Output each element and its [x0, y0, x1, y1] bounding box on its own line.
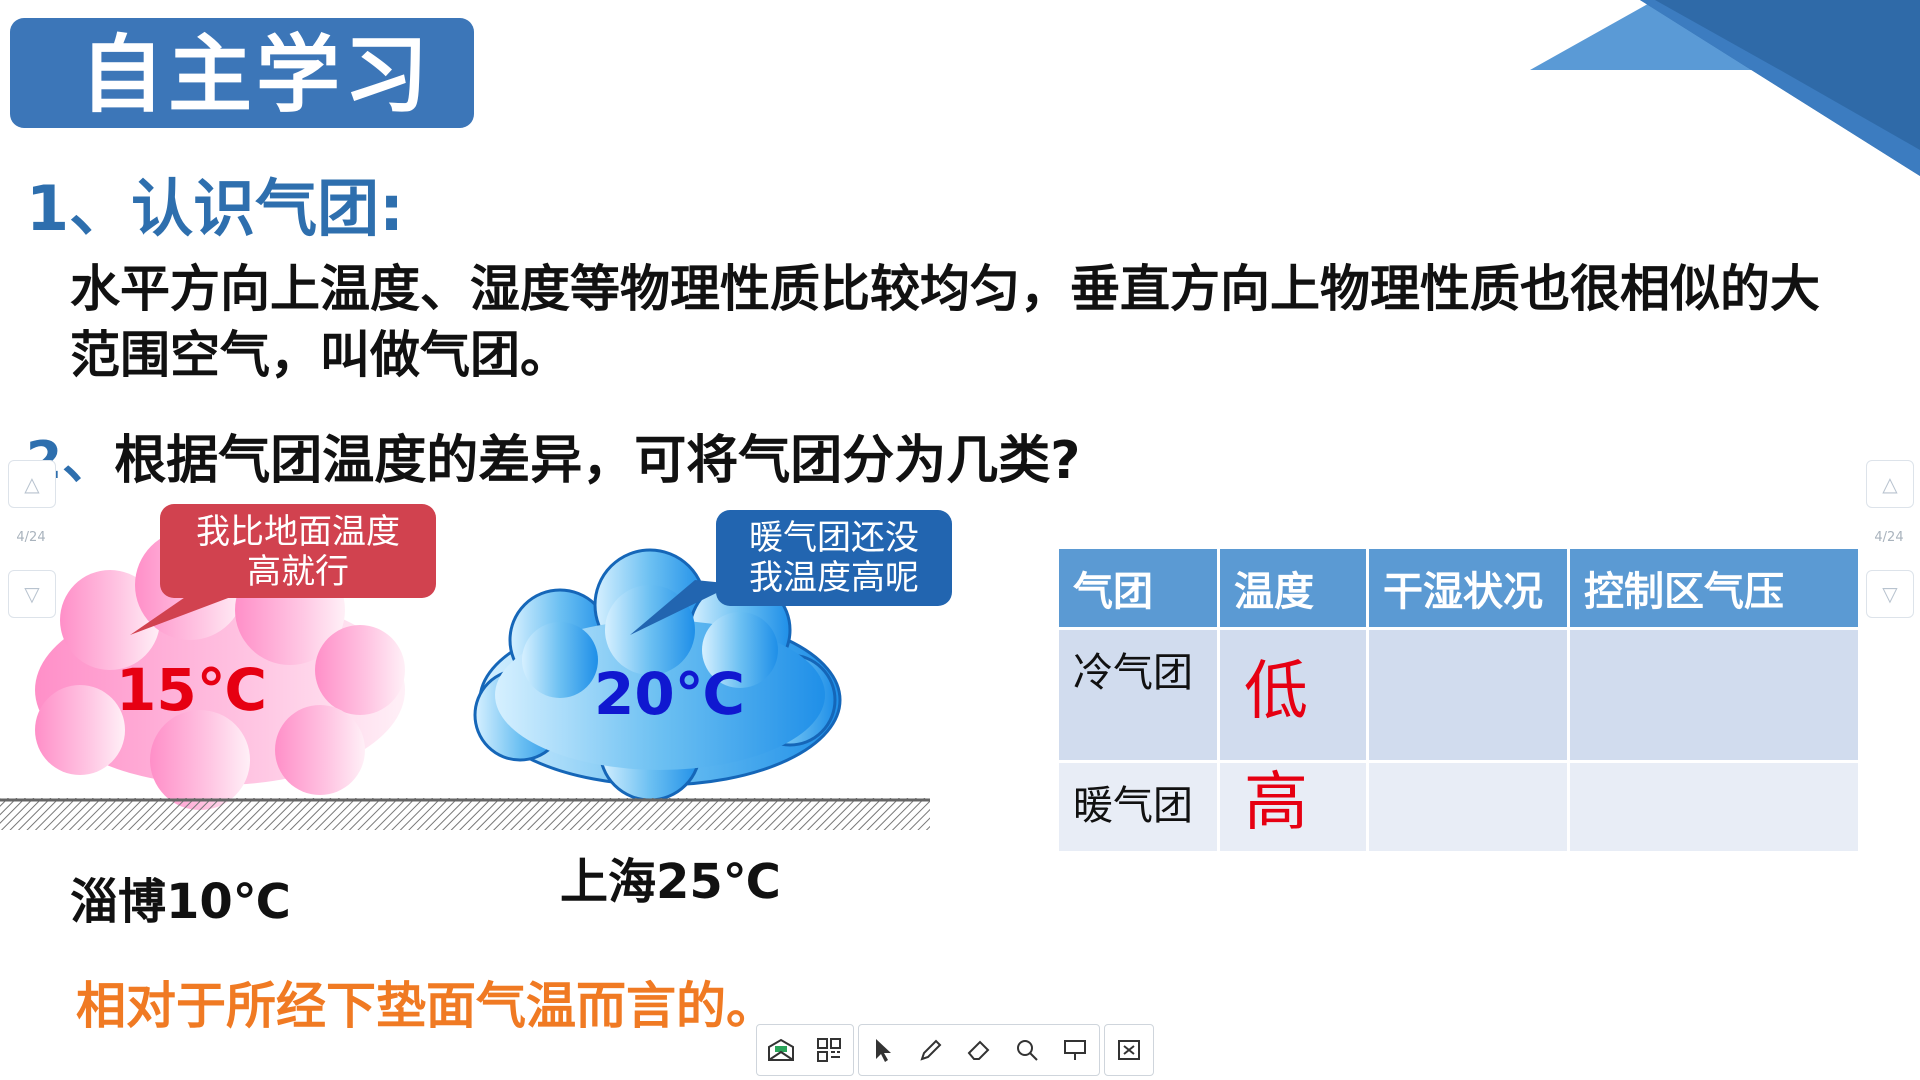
- slides-icon[interactable]: [757, 1026, 805, 1074]
- air-mass-table: 气团 温度 干湿状况 控制区气压 冷气团 低 暖气团 高: [1056, 546, 1861, 854]
- cold-speech-bubble: 我比地面温度 高就行: [160, 504, 436, 598]
- temp-value: 高: [1244, 766, 1308, 840]
- cell-humidity: [1369, 630, 1567, 760]
- triangle-up-icon: △: [24, 472, 40, 496]
- conclusion-text: 相对于所经下垫面气温而言的。: [76, 977, 776, 1035]
- warm-bubble-line2: 我温度高呢: [749, 558, 919, 598]
- section2-heading: 2、根据气团温度的差异，可将气团分为几类?: [26, 418, 1080, 493]
- toolbar-group-exit: [1104, 1024, 1154, 1076]
- header-pressure: 控制区气压: [1570, 549, 1858, 627]
- warm-speech-bubble: 暖气团还没 我温度高呢: [716, 510, 952, 606]
- triangle-down-icon: ▽: [1882, 582, 1898, 606]
- section1-definition: 水平方向上温度、湿度等物理性质比较均匀，垂直方向上物理性质也很相似的大范围空气，…: [70, 260, 1820, 384]
- cell-humidity: [1369, 763, 1567, 851]
- cell-name: 暖气团: [1059, 763, 1217, 851]
- cell-temp: 低: [1220, 630, 1366, 760]
- triangle-up-icon: △: [1882, 472, 1898, 496]
- ground-surface: [0, 798, 930, 830]
- corner-decoration: [1530, 0, 1920, 176]
- toolbar-group-nav: [756, 1024, 854, 1076]
- cell-pressure: [1570, 630, 1858, 760]
- toolbar-group-tools: [858, 1024, 1100, 1076]
- cold-cloud-temperature: 15℃: [116, 656, 267, 724]
- magnifier-icon[interactable]: [1003, 1026, 1051, 1074]
- grid-icon[interactable]: [805, 1026, 853, 1074]
- table-header-row: 气团 温度 干湿状况 控制区气压: [1059, 549, 1858, 627]
- eraser-icon[interactable]: [955, 1026, 1003, 1074]
- header-humidity: 干湿状况: [1369, 549, 1567, 627]
- warm-cloud-temperature: 20℃: [594, 660, 745, 728]
- cell-pressure: [1570, 763, 1858, 851]
- header-air-mass: 气团: [1059, 549, 1217, 627]
- table-row: 冷气团 低: [1059, 630, 1858, 760]
- left-place-label: 淄博10℃: [70, 874, 291, 930]
- pointer-icon[interactable]: [859, 1026, 907, 1074]
- table-row: 暖气团 高: [1059, 763, 1858, 851]
- header-temperature: 温度: [1220, 549, 1366, 627]
- next-page-button-right[interactable]: ▽: [1866, 570, 1914, 618]
- prev-page-button-right[interactable]: △: [1866, 460, 1914, 508]
- cell-name: 冷气团: [1059, 630, 1217, 760]
- pen-icon[interactable]: [907, 1026, 955, 1074]
- section1-heading: 1、认识气团:: [26, 172, 404, 245]
- presentation-toolbar: [756, 1024, 1154, 1076]
- right-place-label: 上海25℃: [560, 854, 781, 910]
- page-title: 自主学习: [80, 26, 433, 124]
- temp-value: 低: [1244, 655, 1308, 729]
- page-indicator-right: 4/24: [1874, 529, 1904, 545]
- screen-icon[interactable]: [1051, 1026, 1099, 1074]
- exit-icon[interactable]: [1105, 1026, 1153, 1074]
- warm-bubble-line1: 暖气团还没: [749, 518, 919, 558]
- cell-temp: 高: [1220, 763, 1366, 851]
- section2-question: 根据气团温度的差异，可将气团分为几类?: [114, 431, 1081, 491]
- cold-bubble-line2: 高就行: [247, 552, 349, 592]
- cold-bubble-line1: 我比地面温度: [196, 512, 400, 552]
